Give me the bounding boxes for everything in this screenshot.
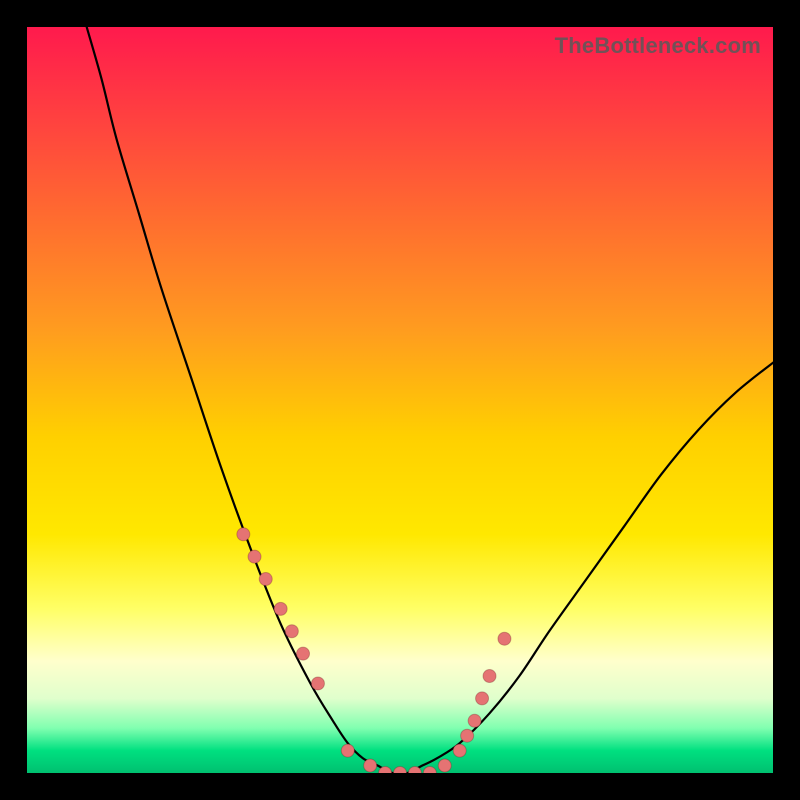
data-marker [394, 767, 407, 774]
data-marker [423, 767, 436, 774]
data-marker [285, 625, 298, 638]
data-marker [438, 759, 451, 772]
data-marker [274, 602, 287, 615]
data-marker [341, 744, 354, 757]
data-marker [498, 632, 511, 645]
plot-area: TheBottleneck.com [27, 27, 773, 773]
data-marker [237, 528, 250, 541]
curve-line [87, 27, 773, 773]
data-marker [311, 677, 324, 690]
data-marker [364, 759, 377, 772]
markers-group [237, 528, 511, 773]
chart-svg [27, 27, 773, 773]
chart-frame: TheBottleneck.com [0, 0, 800, 800]
data-marker [408, 767, 421, 774]
data-marker [248, 550, 261, 563]
data-marker [483, 670, 496, 683]
data-marker [476, 692, 489, 705]
data-marker [297, 647, 310, 660]
watermark-text: TheBottleneck.com [555, 33, 761, 59]
data-marker [259, 573, 272, 586]
data-marker [468, 714, 481, 727]
data-marker [461, 729, 474, 742]
data-marker [453, 744, 466, 757]
data-marker [379, 767, 392, 774]
